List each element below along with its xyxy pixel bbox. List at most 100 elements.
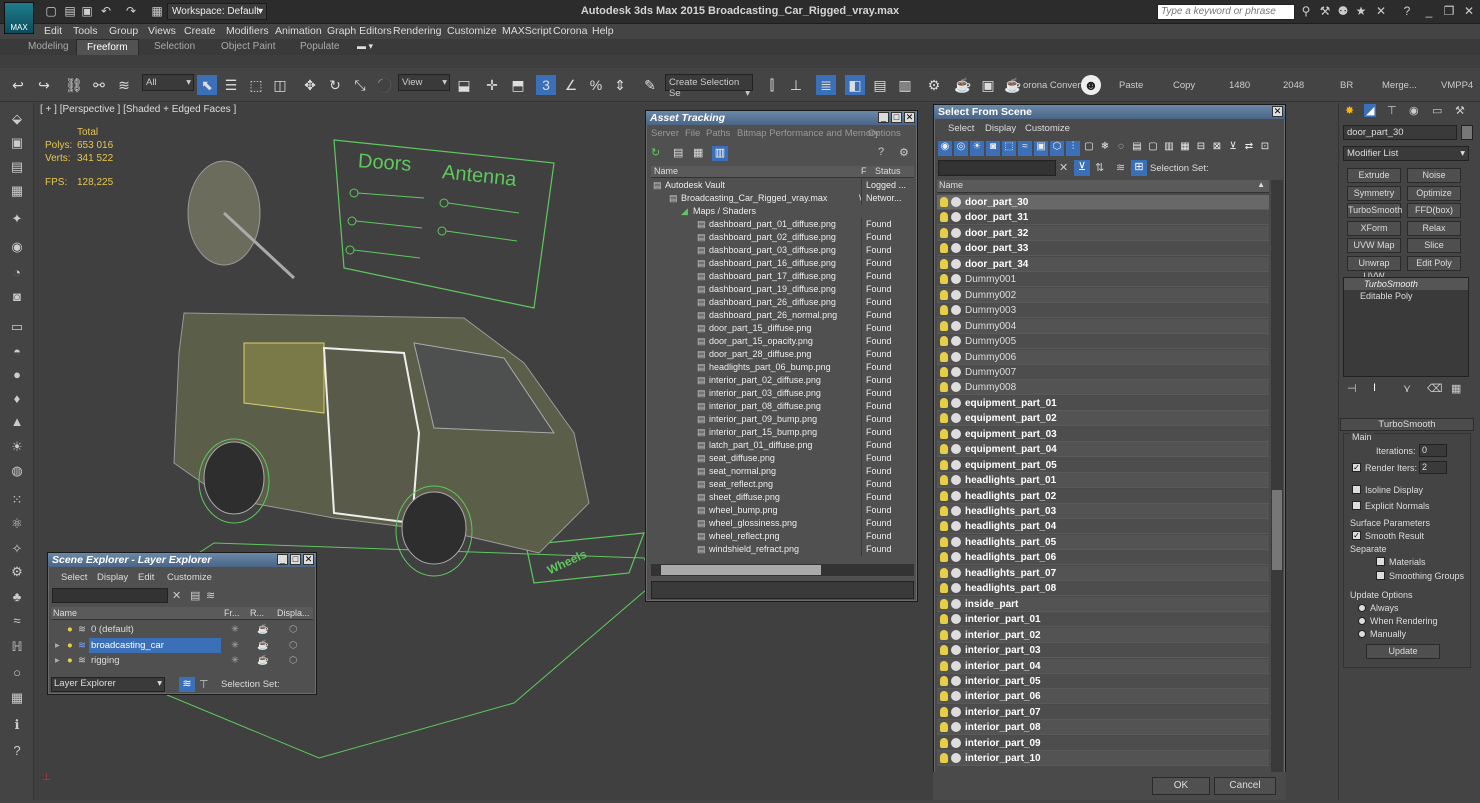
light-bulb-icon[interactable]	[940, 567, 948, 578]
scene-object-row[interactable]: inside_part	[937, 596, 1269, 612]
scene-object-row[interactable]: door_part_32	[937, 225, 1269, 241]
asset-row[interactable]: ▤ Broadcasting_Car_Rigged_vray.max \ Networ…	[651, 192, 912, 205]
tools-icon[interactable]: ⚒	[1316, 3, 1334, 19]
scene-object-row[interactable]: Dummy008	[937, 380, 1269, 396]
light-bulb-icon[interactable]	[940, 536, 948, 547]
smoothing-groups-checkbox[interactable]	[1376, 571, 1385, 580]
object-name-field[interactable]: door_part_30	[1343, 125, 1457, 140]
keyboard-shortcut-icon[interactable]: ⬒	[508, 75, 528, 95]
sync-selection-icon[interactable]: ⇄	[1242, 141, 1256, 156]
asset-menu-paths[interactable]: Paths	[706, 128, 730, 139]
asset-menu-file[interactable]: File	[685, 128, 700, 139]
select-by-name-icon[interactable]: ☰	[221, 75, 241, 95]
asset-row[interactable]: ▤ door_part_15_opacity.png Found	[651, 335, 912, 348]
visibility-icon[interactable]	[951, 197, 961, 207]
menu-graph-editors[interactable]: Graph Editors	[327, 24, 392, 38]
visibility-icon[interactable]	[951, 737, 961, 748]
group-filter-icon[interactable]: ▣	[1034, 141, 1048, 156]
scene-object-row[interactable]: equipment_part_05	[937, 457, 1269, 473]
visibility-icon[interactable]	[951, 336, 961, 347]
scene-object-row[interactable]: Dummy005	[937, 334, 1269, 350]
height-button[interactable]: 2048	[1283, 80, 1304, 91]
asset-row[interactable]: ▤ dashboard_part_26_normal.png Found	[651, 309, 912, 322]
help-icon[interactable]: ?	[878, 146, 884, 158]
visibility-icon[interactable]	[951, 382, 961, 393]
light-bulb-icon[interactable]	[940, 243, 948, 254]
asset-row[interactable]: ▤ dashboard_part_16_diffuse.png Found	[651, 257, 912, 270]
sculpt-icon[interactable]: ⬙	[8, 110, 26, 128]
stack-item-editable-poly[interactable]: Editable Poly	[1344, 290, 1468, 302]
open-icon[interactable]: ▤	[63, 4, 77, 18]
modifier-button[interactable]: Optimize	[1407, 185, 1461, 201]
visibility-icon[interactable]	[951, 691, 961, 702]
visibility-icon[interactable]	[951, 753, 961, 764]
grid-icon[interactable]: ▦	[8, 182, 26, 200]
app-logo-button[interactable]: MAX	[4, 2, 34, 34]
light-bulb-icon[interactable]	[940, 691, 948, 702]
spinner-snap-icon[interactable]: ⇕	[610, 75, 630, 95]
light-bulb-icon[interactable]	[940, 660, 948, 671]
layer-search-input[interactable]	[52, 588, 168, 603]
visibility-icon[interactable]	[951, 320, 961, 331]
corona-icon[interactable]: ☻	[1081, 75, 1101, 95]
light-bulb-icon[interactable]	[940, 475, 948, 486]
menu-modifiers[interactable]: Modifiers	[226, 24, 269, 38]
hair-icon[interactable]: ≈	[8, 612, 26, 630]
pivot-center-icon[interactable]: ⬓	[454, 75, 474, 95]
scene-object-row[interactable]: interior_part_05	[937, 673, 1269, 689]
select-from-scene-title[interactable]: Select From Scene	[934, 105, 1285, 119]
remove-modifier-icon[interactable]: ⌫	[1427, 382, 1443, 395]
cancel-button[interactable]: Cancel	[1214, 777, 1276, 795]
menu-maxscript[interactable]: MAXScript	[502, 24, 552, 38]
question-icon[interactable]: ?	[8, 742, 26, 760]
tab-populate[interactable]: Populate	[290, 39, 349, 55]
display-tab-icon[interactable]: ▭	[1432, 104, 1442, 117]
selection-filter-select[interactable]: All ▾	[142, 74, 194, 91]
scene-object-row[interactable]: interior_part_03	[937, 643, 1269, 659]
light-bulb-icon[interactable]	[940, 351, 948, 362]
close-button[interactable]: ✕	[303, 554, 314, 565]
light-bulb-icon[interactable]	[940, 521, 948, 532]
scene-object-row[interactable]: interior_part_06	[937, 689, 1269, 705]
asset-row[interactable]: ▤ interior_part_08_diffuse.png Found	[651, 400, 912, 413]
visibility-icon[interactable]	[951, 567, 961, 578]
hf-icon[interactable]: ℍ	[8, 638, 26, 656]
menu-help[interactable]: Help	[592, 24, 614, 38]
sphere-icon[interactable]: ●	[8, 366, 26, 384]
render-setup-icon[interactable]: ☕	[953, 75, 973, 95]
visibility-icon[interactable]	[951, 475, 961, 486]
scene-object-row[interactable]: Dummy003	[937, 303, 1269, 319]
visibility-icon[interactable]	[951, 645, 961, 656]
menu-customize[interactable]: Customize	[447, 24, 497, 38]
reference-coordinate-select[interactable]: View ▾	[398, 74, 450, 91]
shape-filter-icon[interactable]: ◎	[954, 141, 968, 156]
link-icon[interactable]: ⛓	[64, 75, 84, 95]
merge-button[interactable]: Merge...	[1382, 80, 1417, 91]
scale-icon[interactable]: ⤡	[350, 75, 370, 95]
plane-icon[interactable]: ▭	[8, 318, 26, 336]
stack-item-turbosmooth[interactable]: TurboSmooth	[1344, 278, 1468, 290]
scene-object-row[interactable]: Dummy001	[937, 272, 1269, 288]
scene-object-row[interactable]: Dummy004	[937, 318, 1269, 334]
project-icon[interactable]: ▦	[150, 4, 164, 18]
viewport-label[interactable]: [ + ] [Perspective ] [Shaded + Edged Fac…	[40, 104, 236, 115]
sort-by-layer-icon[interactable]: ≋	[179, 677, 195, 692]
layer-col-render[interactable]: R...	[250, 607, 264, 619]
light-bulb-icon[interactable]	[940, 289, 948, 300]
isoline-checkbox[interactable]	[1352, 485, 1361, 494]
settings-icon[interactable]: ⚙	[899, 146, 909, 159]
filter-icon[interactable]: ⊻	[1074, 160, 1090, 176]
scene-object-row[interactable]: interior_part_01	[937, 612, 1269, 628]
rotate-icon[interactable]: ↻	[325, 75, 345, 95]
align-icon[interactable]: ⊥	[786, 75, 806, 95]
tab-freeform[interactable]: Freeform	[76, 39, 139, 55]
menu-tools[interactable]: Tools	[73, 24, 98, 38]
layer-options-icon[interactable]: ≋	[206, 589, 215, 602]
visibility-icon[interactable]	[951, 629, 961, 640]
scene-object-row[interactable]: headlights_part_08	[937, 581, 1269, 597]
light-bulb-icon[interactable]	[940, 598, 948, 609]
asset-row[interactable]: ▤ door_part_15_diffuse.png Found	[651, 322, 912, 335]
col-status[interactable]: Status	[875, 166, 901, 176]
layer-row[interactable]: ● ≋ 0 (default) ✳ ☕ ⬡	[51, 622, 313, 637]
scene-object-row[interactable]: Dummy006	[937, 349, 1269, 365]
